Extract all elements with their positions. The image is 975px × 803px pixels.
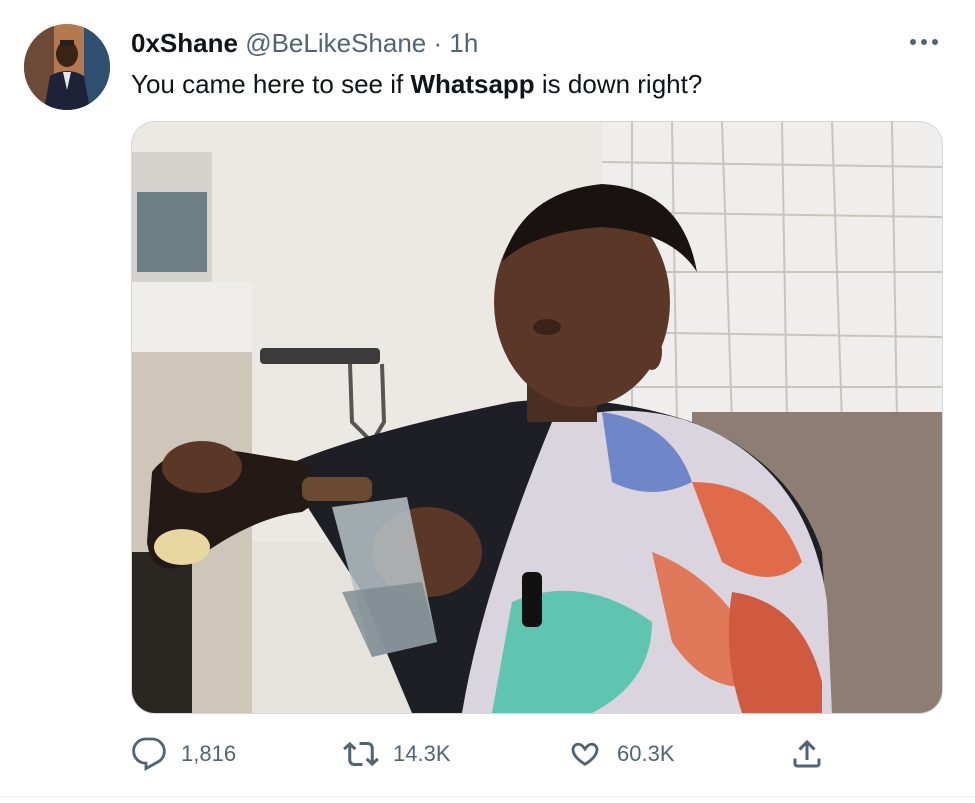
tweet-text-after: is down right? (534, 69, 703, 99)
tweet-time[interactable]: 1h (449, 28, 478, 58)
tweet-actions: 1,816 14.3K 60.3K (131, 734, 941, 774)
heart-icon (571, 742, 599, 766)
reply-button[interactable]: 1,816 (131, 734, 236, 774)
author-name[interactable]: 0xShane (131, 28, 238, 58)
avatar[interactable] (24, 24, 110, 110)
retweet-button[interactable]: 14.3K (343, 734, 451, 774)
tweet-header: 0xShane @BeLikeShane · 1h (131, 28, 478, 58)
reply-count: 1,816 (181, 741, 237, 766)
more-dots-icon (910, 39, 938, 45)
more-icon[interactable] (902, 24, 946, 60)
like-count: 60.3K (617, 741, 675, 766)
retweet-count: 14.3K (393, 741, 451, 766)
tweet: 0xShane @BeLikeShane · 1h You came here … (0, 0, 975, 803)
retweet-icon (343, 741, 379, 767)
tweet-text-bold: Whatsapp (410, 69, 535, 99)
tweet-text: You came here to see if Whatsapp is down… (131, 68, 702, 100)
tweet-text-before: You came here to see if (131, 69, 411, 99)
tweet-image[interactable] (131, 121, 943, 714)
like-button[interactable]: 60.3K (567, 734, 675, 774)
author-handle[interactable]: @BeLikeShane (245, 28, 426, 58)
share-icon (793, 739, 821, 768)
share-button[interactable] (789, 734, 825, 774)
reply-icon (132, 737, 166, 771)
bottom-divider (0, 796, 975, 797)
separator-dot: · (433, 28, 443, 58)
